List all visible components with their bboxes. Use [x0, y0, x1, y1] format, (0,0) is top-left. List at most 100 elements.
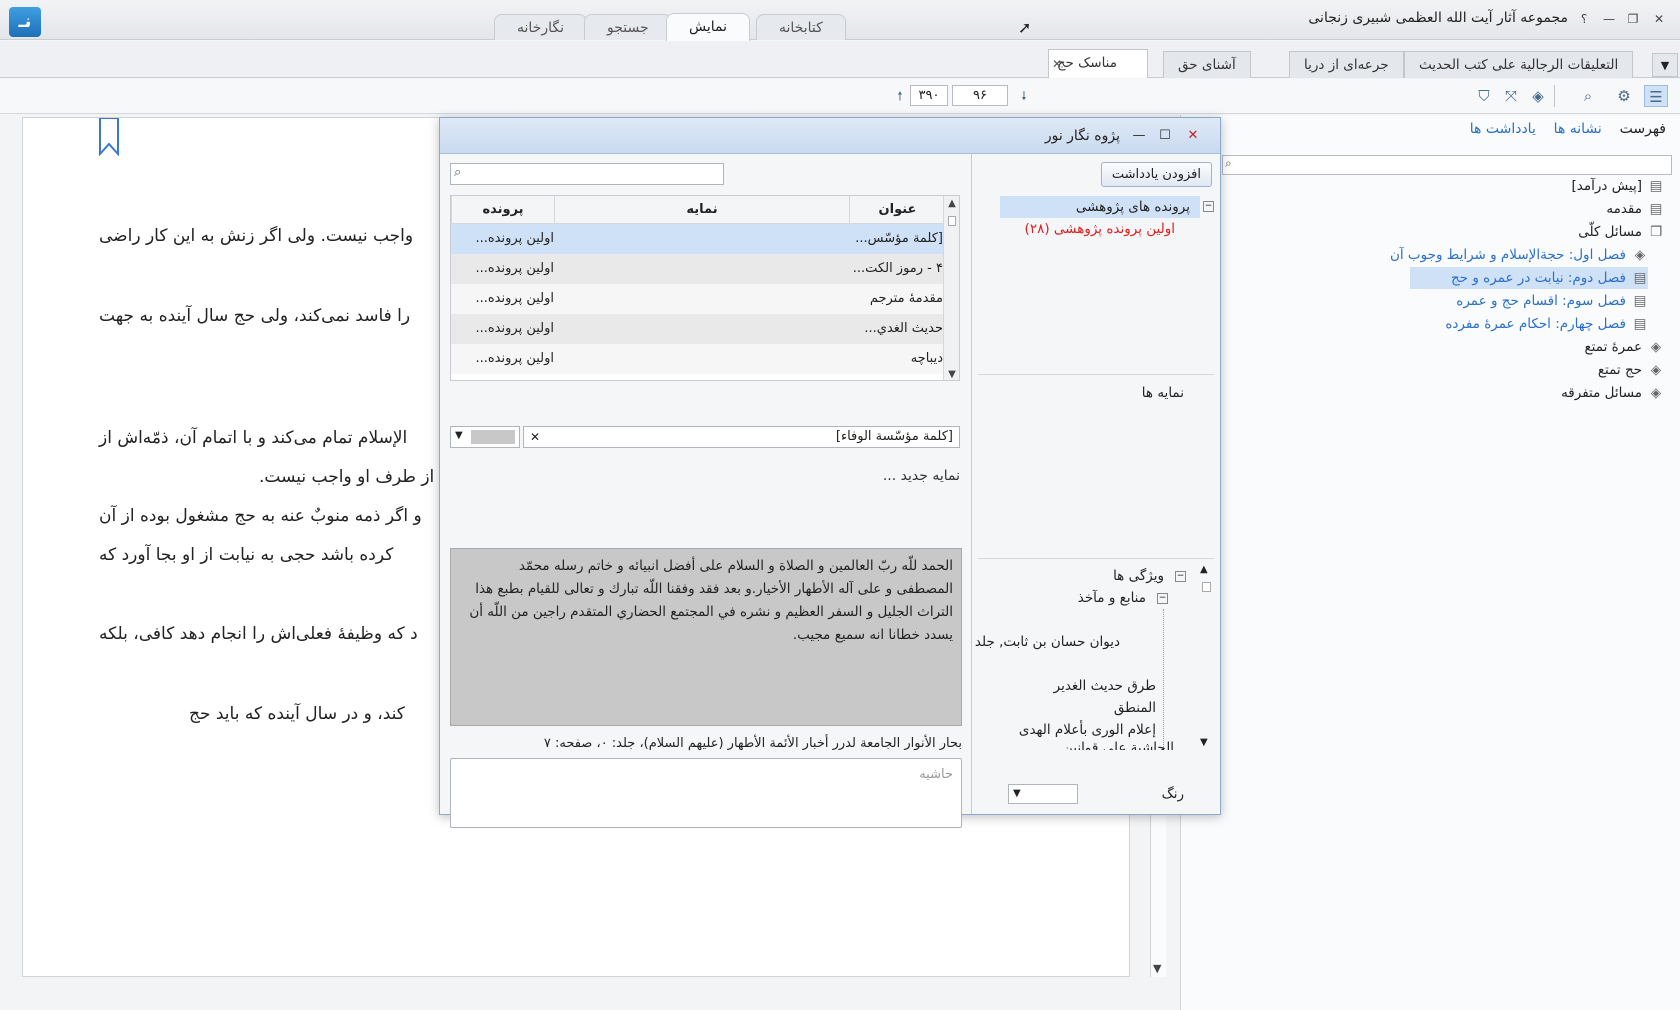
page-icon: ▤	[1649, 178, 1663, 194]
table-row[interactable]: اولین پرونده... [كلمة مؤسّس...	[451, 224, 945, 254]
grid-header-file[interactable]: پرونده پژوهشی	[451, 196, 554, 245]
fullscreen-icon[interactable]: ⤧	[1499, 85, 1523, 107]
document-line: و اگر ذمه منوبٌ عنه به حج مشغول بوده از …	[99, 506, 422, 526]
scroll-thumb[interactable]	[1202, 582, 1211, 592]
scroll-up-icon[interactable]: ▲	[1200, 564, 1208, 575]
dialog-maximize-icon[interactable]: ☐	[1156, 127, 1174, 145]
page-up-icon[interactable]: 🠕	[888, 85, 912, 107]
toc-item[interactable]: ❒مسائل کلّی	[1578, 221, 1664, 243]
document-line: از طرف او واجب نیست.	[259, 467, 435, 487]
toc-panel-tabs: فهرست نشانه ها یادداشت ها	[1470, 121, 1666, 137]
bookmark-ribbon-icon[interactable]	[99, 118, 119, 157]
dialog-minimize-icon[interactable]: —	[1130, 127, 1148, 145]
tab-bookmarks[interactable]: نشانه ها	[1554, 121, 1602, 137]
dialog-main-pane: ⌕ پرونده پژوهشی نمایه عنوان اولین پرونده…	[440, 154, 970, 828]
dialog-title: پژوه نگار نور	[1044, 128, 1120, 144]
source-item[interactable]: طرق حديث الغدير	[1054, 678, 1156, 694]
first-research-file[interactable]: اولین پرونده پژوهشی (۲۸)	[1025, 221, 1175, 237]
toc-item[interactable]: ▤فصل چهارم: احکام عمرهٔ مفرده	[1445, 313, 1648, 335]
color-dropdown[interactable]: ▼	[450, 426, 520, 448]
stack-icon: ◈	[1650, 362, 1662, 378]
close-icon[interactable]: ✕	[1650, 10, 1668, 28]
dialog-close-icon[interactable]: ✕	[1184, 127, 1202, 145]
add-note-button[interactable]: افزودن یادداشت	[1100, 162, 1212, 187]
source-item-clipped[interactable]: الحاشية على قوانين	[978, 740, 1174, 750]
stack-icon: ◈	[1634, 247, 1646, 263]
book-icon: ❒	[1649, 224, 1663, 240]
margin-note-input[interactable]: حاشیه	[450, 758, 962, 828]
table-row[interactable]: اولین پرونده... حديث الغدي...	[451, 314, 945, 344]
source-item[interactable]: المنطق	[1114, 700, 1156, 716]
toc-item-selected[interactable]: ▤فصل دوم: نیابت در عمره و حج	[1410, 267, 1648, 289]
scroll-up-icon[interactable]: ▲	[944, 198, 959, 209]
search-icon: ⌕	[454, 165, 462, 180]
app-logo: نـ	[9, 7, 41, 37]
collapse-icon[interactable]: −	[1157, 593, 1168, 604]
scroll-thumb[interactable]	[948, 216, 956, 226]
doc-tab-manasik-haj[interactable]: مناسک حج	[1048, 49, 1148, 78]
tab-library[interactable]: کتابخانه	[756, 14, 846, 40]
page-total: ۳۹۰	[910, 85, 948, 106]
tab-gallery[interactable]: نگارخانه	[494, 14, 587, 40]
chevron-down-icon: ▼	[1013, 788, 1021, 799]
app-title: مجموعه آثار آیت الله العظمی شبیری زنجانی	[1308, 10, 1568, 26]
index-tag-field[interactable]: [كلمة مؤسّسة الوفاء] ✕	[523, 426, 960, 448]
page-number-input[interactable]: ۹۶	[952, 85, 1008, 106]
dialog-title-bar: پژوه نگار نور — ☐ ✕	[440, 118, 1220, 154]
toc-item[interactable]: ◈فصل اول: حجةالإسلام و شرایط وجوب آن	[1390, 244, 1648, 266]
minimize-icon[interactable]: —	[1600, 10, 1618, 28]
notes-search-input[interactable]: ⌕	[450, 163, 724, 185]
page-down-icon[interactable]: 🠗	[1012, 85, 1036, 107]
gear-icon[interactable]: ⚙	[1612, 85, 1636, 107]
tab-display[interactable]: نمایش	[666, 13, 751, 41]
scroll-down-icon[interactable]: ▼	[1200, 737, 1208, 748]
document-line: الإسلام تمام می‌کند و با اتمام آن، ذمّه‌…	[99, 428, 408, 448]
collapse-icon[interactable]: −	[1175, 571, 1186, 582]
doc-tab-ashnaye-haq[interactable]: آشنای حق	[1163, 51, 1251, 78]
source-item[interactable]: إعلام الورى بأعلام الهدى	[1019, 722, 1156, 738]
help-button[interactable]: ؟	[1575, 10, 1593, 28]
note-text: الحمد للّه ربّ العالمين و الصلاة و السلا…	[450, 548, 962, 726]
grid-header-title[interactable]: عنوان	[849, 196, 945, 224]
research-files-label: پرونده های پژوهشی	[1075, 199, 1190, 215]
toc-item[interactable]: ▤مقدمه	[1606, 198, 1664, 220]
close-tab-icon[interactable]: ✕	[1052, 57, 1062, 71]
table-row[interactable]: اولین پرونده... دیباچه	[451, 344, 945, 374]
scroll-down-icon[interactable]: ▼	[1153, 962, 1161, 975]
toc-item[interactable]: ◈مسائل متفرقه	[1561, 382, 1664, 404]
source-item[interactable]: دیوان حسان بن ثابت, جلد	[975, 634, 1120, 650]
collapse-icon[interactable]: −	[1203, 201, 1214, 212]
toc-item[interactable]: ▤فصل سوم: اقسام حج و عمره	[1456, 290, 1648, 312]
new-index-link[interactable]: نمایه جدید ...	[883, 468, 960, 484]
toc-item[interactable]: ◈حج تمتع	[1598, 359, 1664, 381]
tab-search[interactable]: جستجو	[584, 14, 672, 40]
research-notes-dialog: پژوه نگار نور — ☐ ✕ ⌕ پرونده پژوهشی نمای…	[439, 117, 1221, 828]
properties-label: ویژگی ها	[1113, 568, 1164, 584]
bookmark-icon[interactable]: ⛉	[1472, 85, 1496, 107]
document-tabs-bar: مناسک حج ✕ آشنای حق جرعه‌ای از دریا التع…	[0, 41, 1680, 78]
tabs-dropdown-icon[interactable]: ▼	[1652, 53, 1678, 77]
tab-notes[interactable]: یادداشت ها	[1470, 121, 1536, 137]
note-source: بحار الأنوار الجامعة لدرر أخبار الأئمة ا…	[543, 736, 962, 751]
table-row[interactable]: اولین پرونده... مقدمهٔ مترجم	[451, 284, 945, 314]
remove-tag-icon[interactable]: ✕	[530, 427, 540, 447]
toc-search-input[interactable]: ⌕	[1222, 155, 1672, 175]
table-row[interactable]: اولین پرونده... ۴ - رموز الكت...	[451, 254, 945, 284]
grid-header-index[interactable]: نمایه	[554, 196, 849, 224]
doc-tab-taliqat[interactable]: التعلیقات الرجالیة علی کتب الحدیث	[1404, 51, 1634, 78]
list-icon[interactable]: ☰	[1644, 85, 1668, 107]
toolbar: 🠕 ۳۹۰ ۹۶ 🠗 ⛉ ⤧ ◈ ⌕ ⚙ ☰	[0, 79, 1680, 114]
restore-icon[interactable]: ❐	[1624, 10, 1642, 28]
layers-icon[interactable]: ◈	[1526, 85, 1550, 107]
toc-item[interactable]: ▤[پیش درآمد]	[1572, 175, 1664, 197]
tree-guide	[1163, 609, 1164, 749]
scroll-down-icon[interactable]: ▼	[944, 369, 959, 380]
toc-item[interactable]: ◈عمرهٔ تمتع	[1585, 336, 1665, 358]
search-icon[interactable]: ⌕	[1576, 85, 1600, 107]
properties-scrollbar[interactable]: ▲ ▼	[1200, 558, 1214, 748]
tab-toc[interactable]: فهرست	[1620, 121, 1666, 137]
color-select[interactable]: ▼	[1008, 784, 1078, 804]
doc-tab-jorei-az-darya[interactable]: جرعه‌ای از دریا	[1289, 51, 1404, 78]
page-icon: ▤	[1633, 270, 1647, 286]
grid-scrollbar[interactable]: ▲ ▼	[943, 196, 959, 380]
